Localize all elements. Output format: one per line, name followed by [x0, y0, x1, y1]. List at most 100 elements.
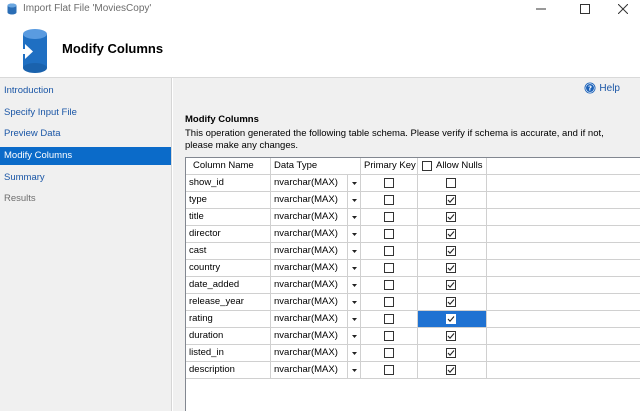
header-column-name[interactable]: Column Name: [186, 158, 271, 175]
checkmark-icon: [447, 316, 455, 323]
column-name-cell[interactable]: type: [186, 192, 271, 209]
primary-key-checkbox[interactable]: [384, 212, 394, 222]
allow-nulls-checkbox[interactable]: [446, 365, 456, 375]
header-allow-nulls[interactable]: Allow Nulls: [418, 158, 487, 175]
data-type-select[interactable]: nvarchar(MAX): [271, 226, 361, 243]
row-filler: [487, 277, 640, 294]
allow-nulls-checkbox[interactable]: [446, 195, 456, 205]
column-name-cell[interactable]: listed_in: [186, 345, 271, 362]
primary-key-checkbox[interactable]: [384, 365, 394, 375]
minimize-button[interactable]: [524, 0, 558, 17]
primary-key-checkbox[interactable]: [384, 280, 394, 290]
table-row: date_added nvarchar(MAX): [186, 277, 640, 294]
checkmark-icon: [447, 333, 455, 340]
dropdown-button[interactable]: [347, 260, 360, 276]
dropdown-button[interactable]: [347, 226, 360, 242]
nav-item-specify-input-file[interactable]: Specify Input File: [0, 104, 171, 122]
allow-nulls-checkbox[interactable]: [446, 297, 456, 307]
primary-key-checkbox[interactable]: [384, 178, 394, 188]
dropdown-button[interactable]: [347, 209, 360, 225]
schema-grid: Column Name Data Type Primary Key Allow …: [185, 157, 640, 411]
data-type-select[interactable]: nvarchar(MAX): [271, 277, 361, 294]
allow-nulls-checkbox[interactable]: [446, 331, 456, 341]
primary-key-checkbox[interactable]: [384, 297, 394, 307]
row-filler: [487, 243, 640, 260]
row-filler: [487, 192, 640, 209]
page-title: Modify Columns: [62, 41, 164, 56]
dropdown-button[interactable]: [347, 277, 360, 293]
primary-key-checkbox[interactable]: [384, 263, 394, 273]
data-type-select[interactable]: nvarchar(MAX): [271, 345, 361, 362]
maximize-button[interactable]: [568, 0, 602, 17]
data-type-select[interactable]: nvarchar(MAX): [271, 311, 361, 328]
allow-nulls-cell: [418, 226, 487, 243]
allow-nulls-cell: [418, 192, 487, 209]
primary-key-checkbox[interactable]: [384, 246, 394, 256]
row-filler: [487, 175, 640, 192]
column-name-cell[interactable]: title: [186, 209, 271, 226]
data-type-select[interactable]: nvarchar(MAX): [271, 175, 361, 192]
table-row: duration nvarchar(MAX): [186, 328, 640, 345]
primary-key-checkbox[interactable]: [384, 331, 394, 341]
dropdown-button[interactable]: [347, 311, 360, 327]
allow-nulls-cell: [418, 260, 487, 277]
allow-nulls-checkbox[interactable]: [446, 229, 456, 239]
column-name-cell[interactable]: duration: [186, 328, 271, 345]
allow-nulls-checkbox[interactable]: [446, 246, 456, 256]
data-type-value: nvarchar(MAX): [274, 313, 338, 324]
data-type-select[interactable]: nvarchar(MAX): [271, 260, 361, 277]
allow-nulls-checkbox[interactable]: [446, 348, 456, 358]
allow-nulls-checkbox[interactable]: [446, 178, 456, 188]
column-name-cell[interactable]: director: [186, 226, 271, 243]
column-name-cell[interactable]: date_added: [186, 277, 271, 294]
dropdown-button[interactable]: [347, 243, 360, 259]
allow-nulls-checkbox[interactable]: [446, 314, 456, 324]
column-name-cell[interactable]: cast: [186, 243, 271, 260]
help-link[interactable]: ? Help: [584, 82, 620, 94]
data-type-select[interactable]: nvarchar(MAX): [271, 328, 361, 345]
data-type-select[interactable]: nvarchar(MAX): [271, 243, 361, 260]
nav-item-modify-columns[interactable]: Modify Columns: [0, 147, 171, 165]
data-type-select[interactable]: nvarchar(MAX): [271, 209, 361, 226]
header-data-type[interactable]: Data Type: [271, 158, 361, 175]
checkmark-icon: [447, 265, 455, 272]
allow-nulls-checkbox[interactable]: [446, 280, 456, 290]
allow-nulls-all-checkbox[interactable]: [422, 161, 432, 171]
help-icon: ?: [584, 82, 596, 94]
allow-nulls-checkbox[interactable]: [446, 263, 456, 273]
header-primary-key[interactable]: Primary Key: [361, 158, 418, 175]
dropdown-button[interactable]: [347, 328, 360, 344]
chevron-down-icon: [351, 283, 357, 287]
nav-item-summary[interactable]: Summary: [0, 169, 171, 187]
primary-key-checkbox[interactable]: [384, 229, 394, 239]
maximize-icon: [580, 3, 590, 14]
nav-item-introduction[interactable]: Introduction: [0, 82, 171, 100]
dropdown-button[interactable]: [347, 362, 360, 378]
primary-key-checkbox[interactable]: [384, 195, 394, 205]
table-row: listed_in nvarchar(MAX): [186, 345, 640, 362]
dropdown-button[interactable]: [347, 192, 360, 208]
column-name-cell[interactable]: country: [186, 260, 271, 277]
nav-item-preview-data[interactable]: Preview Data: [0, 125, 171, 143]
dropdown-button[interactable]: [347, 175, 360, 191]
dropdown-button[interactable]: [347, 345, 360, 361]
primary-key-checkbox[interactable]: [384, 348, 394, 358]
data-type-select[interactable]: nvarchar(MAX): [271, 192, 361, 209]
data-type-value: nvarchar(MAX): [274, 177, 338, 188]
row-filler: [487, 311, 640, 328]
data-type-select[interactable]: nvarchar(MAX): [271, 294, 361, 311]
chevron-down-icon: [351, 181, 357, 185]
table-row: rating nvarchar(MAX): [186, 311, 640, 328]
checkmark-icon: [447, 214, 455, 221]
column-name-cell[interactable]: rating: [186, 311, 271, 328]
close-button[interactable]: [606, 0, 640, 17]
primary-key-checkbox[interactable]: [384, 314, 394, 324]
column-name-cell[interactable]: description: [186, 362, 271, 379]
allow-nulls-checkbox[interactable]: [446, 212, 456, 222]
chevron-down-icon: [351, 334, 357, 338]
column-name-cell[interactable]: release_year: [186, 294, 271, 311]
dropdown-button[interactable]: [347, 294, 360, 310]
data-type-select[interactable]: nvarchar(MAX): [271, 362, 361, 379]
column-name-cell[interactable]: show_id: [186, 175, 271, 192]
table-row: type nvarchar(MAX): [186, 192, 640, 209]
